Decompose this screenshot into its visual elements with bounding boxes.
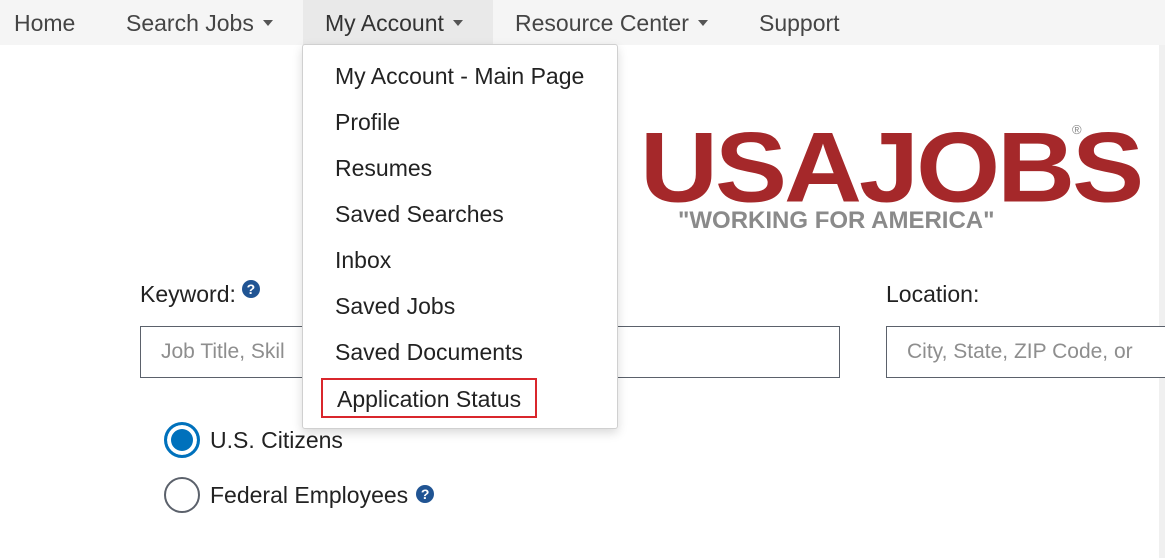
location-label: Location: — [886, 281, 980, 307]
nav-search-jobs[interactable]: Search Jobs — [126, 0, 273, 45]
page: Home Search Jobs My Account Resource Cen… — [0, 0, 1165, 558]
help-icon[interactable]: ? — [241, 280, 260, 298]
menu-item-saved-jobs[interactable]: Saved Jobs — [335, 291, 455, 321]
page-edge — [1159, 45, 1165, 558]
menu-item-resumes[interactable]: Resumes — [335, 153, 432, 183]
keyword-label: Keyword:? — [140, 280, 260, 308]
radio-button-unchecked[interactable] — [164, 477, 200, 513]
menu-item-saved-searches[interactable]: Saved Searches — [335, 199, 504, 229]
nav-my-account[interactable]: My Account — [303, 0, 493, 45]
caret-down-icon — [452, 19, 463, 26]
logo-wordmark: USAJOBS — [640, 111, 1144, 223]
help-icon[interactable]: ? — [416, 485, 435, 503]
nav-my-account-label: My Account — [325, 10, 444, 36]
menu-item-main-page[interactable]: My Account - Main Page — [335, 61, 584, 91]
nav-search-jobs-label: Search Jobs — [126, 10, 254, 36]
registered-mark: ® — [1072, 122, 1082, 137]
caret-down-icon — [262, 19, 273, 26]
caret-down-icon — [697, 19, 708, 26]
nav-resource-center[interactable]: Resource Center — [515, 0, 708, 45]
radio-federal-employees[interactable]: Federal Employees ? — [164, 477, 435, 513]
keyword-placeholder: Job Title, Skil — [161, 340, 285, 363]
logo-tagline: "WORKING FOR AMERICA" — [676, 207, 997, 235]
nav-resource-center-label: Resource Center — [515, 10, 689, 36]
location-placeholder: City, State, ZIP Code, or — [907, 340, 1133, 363]
my-account-dropdown: My Account - Main Page Profile Resumes S… — [302, 44, 618, 429]
menu-item-saved-documents[interactable]: Saved Documents — [335, 337, 523, 367]
keyword-label-text: Keyword: — [140, 281, 236, 307]
nav-home[interactable]: Home — [14, 0, 75, 45]
nav-support-label: Support — [759, 10, 840, 36]
nav-support[interactable]: Support — [759, 0, 840, 45]
location-input[interactable]: City, State, ZIP Code, or — [886, 326, 1165, 378]
top-nav: Home Search Jobs My Account Resource Cen… — [0, 0, 1165, 45]
menu-item-profile[interactable]: Profile — [335, 107, 400, 137]
radio-label-us-citizens: U.S. Citizens — [210, 426, 343, 453]
usajobs-logo[interactable]: USAJOBS ® "WORKING FOR AMERICA" — [640, 118, 1144, 238]
radio-label-federal-employees: Federal Employees — [210, 481, 409, 508]
radio-button-checked[interactable] — [164, 422, 200, 458]
menu-item-inbox[interactable]: Inbox — [335, 245, 391, 275]
menu-item-application-status[interactable]: Application Status — [321, 378, 538, 418]
nav-home-label: Home — [14, 10, 76, 36]
